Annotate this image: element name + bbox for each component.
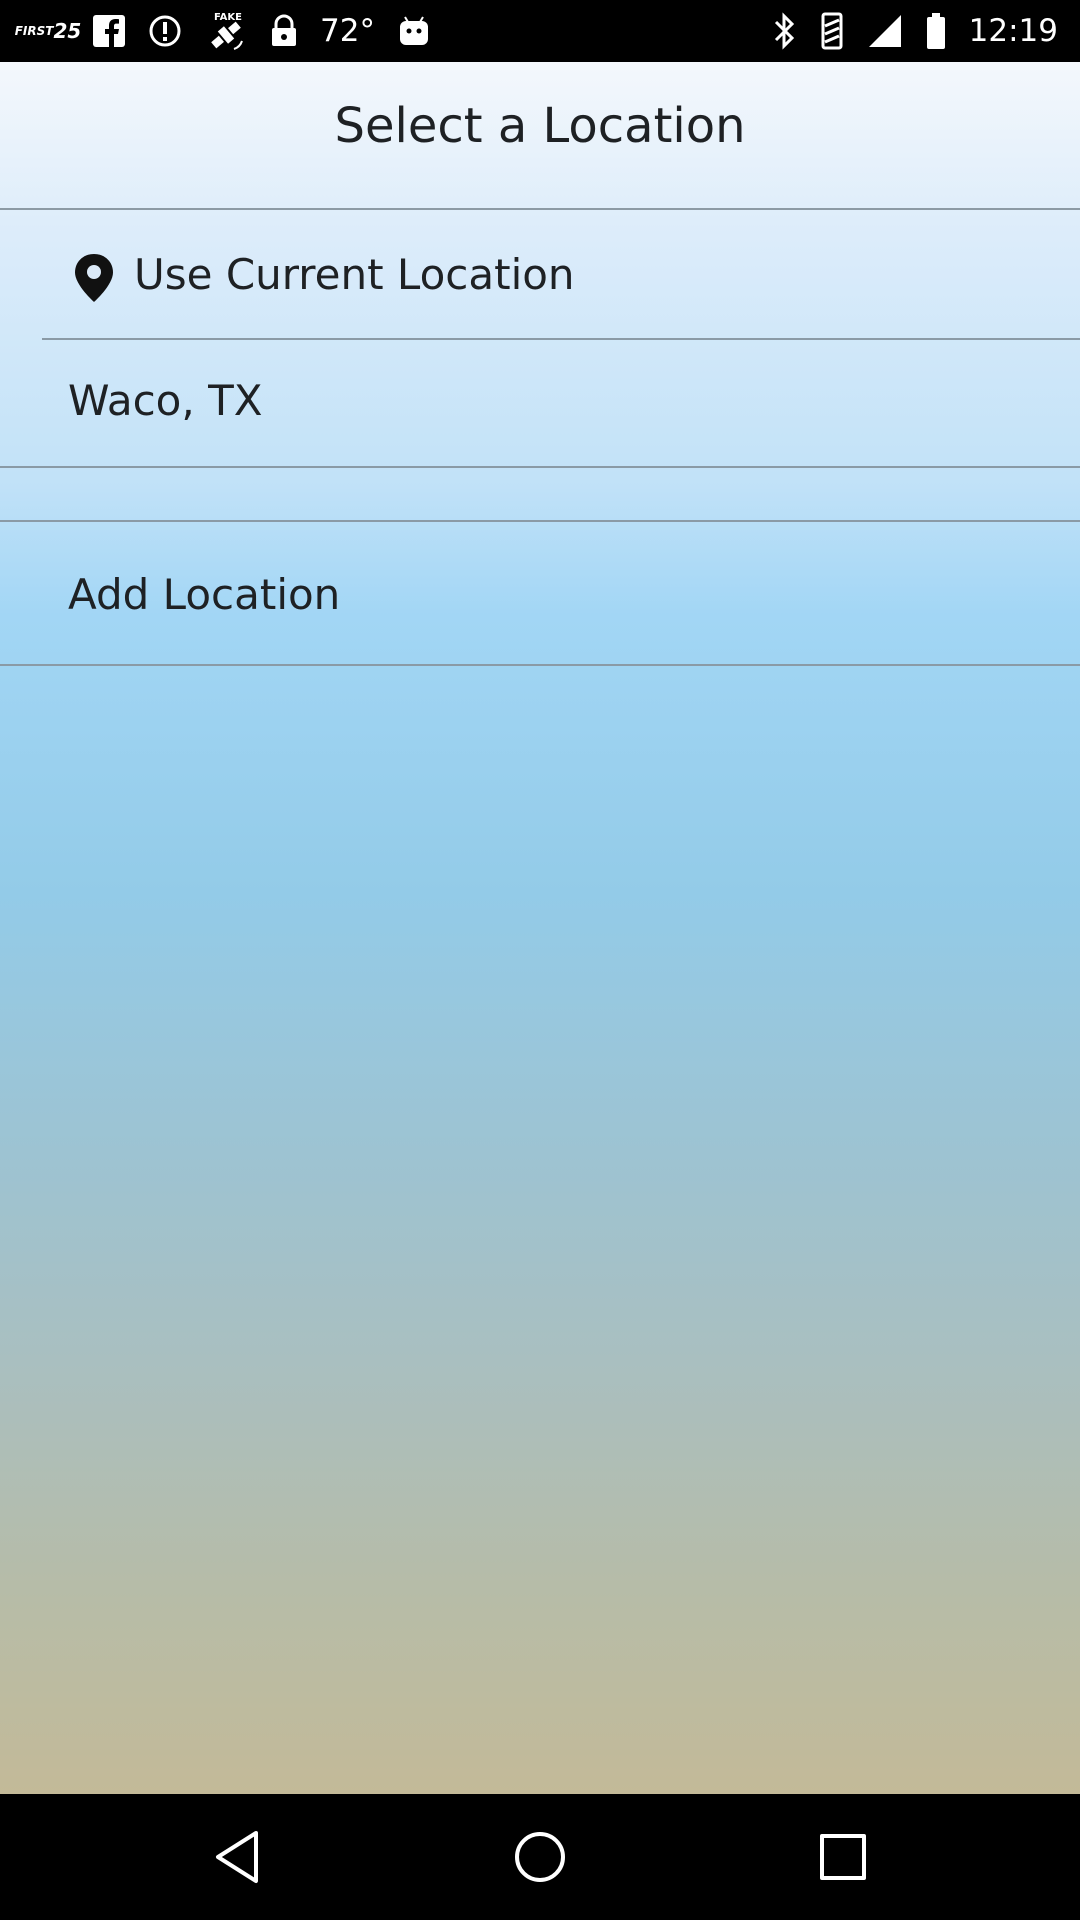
screen: FIRST 25 FAKE 72° 12:19 Select a Locatio… [0, 0, 1080, 1920]
use-current-location-row[interactable]: Use Current Location [0, 210, 1080, 338]
page-title: Select a Location [334, 98, 746, 154]
lock-icon [270, 14, 298, 48]
divider [0, 664, 1080, 666]
clock-text: 12:19 [968, 13, 1058, 49]
location-pin-icon [72, 252, 116, 308]
add-location-button[interactable]: Add Location [0, 522, 1080, 664]
add-location-label: Add Location [68, 570, 341, 619]
divider [0, 466, 1080, 468]
fake-gps-icon: FAKE [204, 9, 248, 53]
svg-text:FAKE: FAKE [214, 12, 242, 23]
vibrate-icon [819, 12, 845, 50]
use-current-location-label: Use Current Location [134, 250, 575, 299]
back-icon[interactable] [204, 1824, 270, 1890]
navigation-bar [0, 1794, 1080, 1920]
recents-icon[interactable] [810, 1824, 876, 1890]
status-bar: FIRST 25 FAKE 72° 12:19 [0, 0, 1080, 62]
temperature-text: 72° [320, 13, 375, 49]
status-right-icons: 12:19 [773, 0, 1058, 62]
header: Select a Location [0, 62, 1080, 210]
facebook-icon [92, 14, 126, 48]
info-circle-icon [148, 14, 182, 48]
location-item-label: Waco, TX [68, 376, 263, 425]
bluetooth-icon [773, 12, 797, 50]
signal-icon [867, 13, 903, 49]
status-left-icons: FIRST 25 FAKE 72° [14, 0, 431, 62]
first-alert-25-icon: FIRST 25 [14, 19, 82, 43]
location-item-waco[interactable]: Waco, TX [0, 340, 1080, 466]
battery-icon [925, 12, 947, 50]
location-screen: Select a Location Use Current Location W… [0, 62, 1080, 1794]
home-icon[interactable] [507, 1824, 573, 1890]
android-icon [397, 14, 431, 48]
